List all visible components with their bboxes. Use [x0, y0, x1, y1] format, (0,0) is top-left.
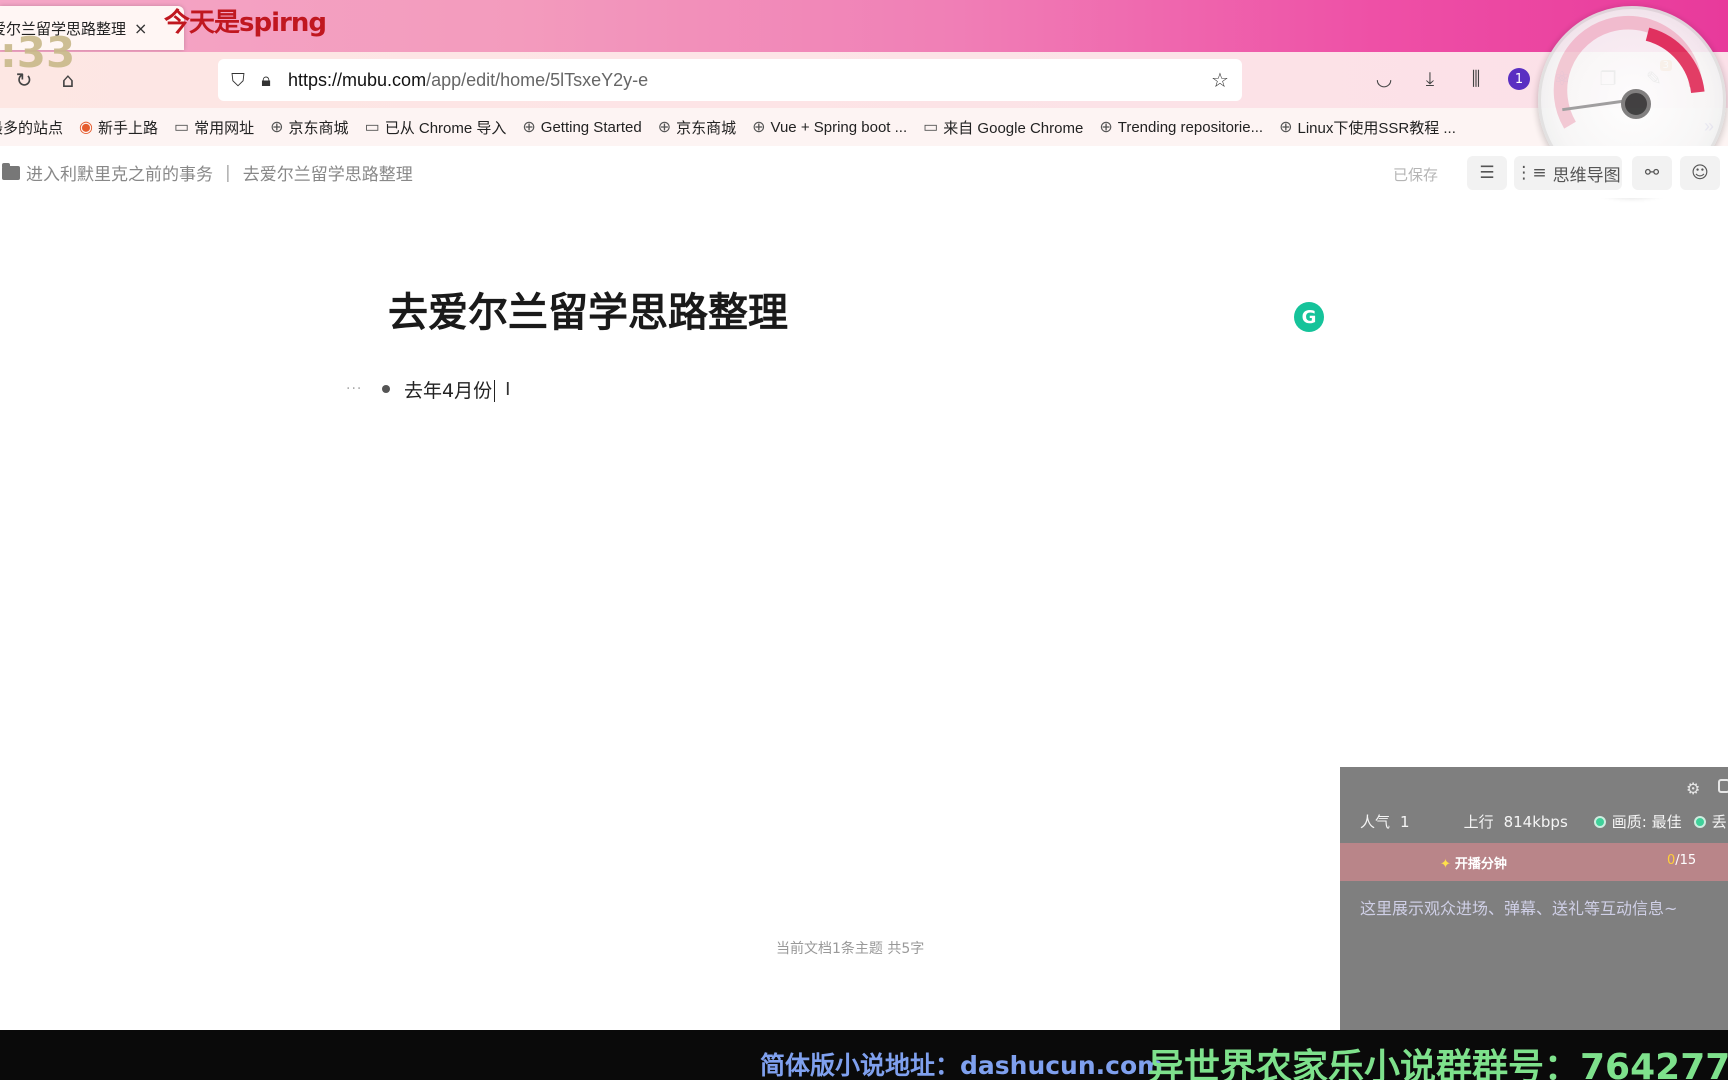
bookmarks-toolbar: 访问最多的站点 ◉ 新手上路 ▭ 常用网址 ⊕ 京东商城 ▭ 已从 Chrome…	[0, 108, 1728, 146]
breadcrumb-separator: |	[225, 162, 231, 183]
search-doc-button[interactable]: ☰	[1467, 156, 1507, 190]
interaction-placeholder: 这里展示观众进场、弹幕、送礼等互动信息~	[1360, 899, 1678, 918]
mindmap-label: 思维导图	[1552, 165, 1621, 186]
breadcrumb: 进入利默里克之前的事务 | 去爱尔兰留学思路整理	[2, 160, 413, 185]
globe-icon: ⊕	[657, 119, 672, 136]
stream-overlay-text: 今天是spirng	[164, 8, 327, 38]
folder-icon: ▭	[364, 119, 380, 136]
tab-close-icon[interactable]: ×	[134, 19, 147, 38]
bookmark-item[interactable]: ⊕ Linux下使用SSR教程 ...	[1279, 117, 1456, 138]
gauge-hub	[1621, 89, 1651, 119]
bookmark-item[interactable]: ◉ 新手上路	[79, 117, 158, 138]
breadcrumb-parent[interactable]: 进入利默里克之前的事务	[26, 160, 213, 185]
bookmark-item[interactable]: 访问最多的站点	[0, 117, 63, 138]
node-bullet[interactable]	[382, 385, 390, 393]
mindmap-button[interactable]: ⋮≡ 思维导图	[1514, 156, 1622, 190]
node-menu-handle[interactable]: ···	[346, 381, 368, 397]
quality-label: 画质: 最佳	[1611, 813, 1682, 831]
browser-titlebar: 去爱尔兰留学思路整理 - 幕布 × 今天是spirng	[0, 0, 1728, 52]
folder-icon: ▭	[923, 119, 939, 136]
globe-icon: ⊕	[270, 119, 284, 136]
download-icon[interactable]: ⤓	[1416, 64, 1444, 94]
count-total: /15	[1675, 853, 1697, 868]
bookmark-item[interactable]: ⊕ 京东商城	[270, 117, 348, 138]
ibeam-cursor-icon: I	[505, 378, 511, 400]
bookmark-star-icon[interactable]: ☆	[1206, 66, 1234, 94]
breadcrumb-current: 去爱尔兰留学思路整理	[242, 165, 413, 185]
bookmark-label: 常用网址	[194, 119, 255, 137]
url-text[interactable]: https://mubu.com/app/edit/home/5lTsxeY2y…	[288, 70, 1206, 91]
grammarly-icon[interactable]: G	[1294, 302, 1324, 332]
address-bar[interactable]: ⛉ 🔒︎ https://mubu.com/app/edit/home/5lTs…	[218, 59, 1242, 101]
firefox-icon: ◉	[79, 119, 93, 136]
start-label: 开播分钟	[1454, 857, 1507, 872]
globe-icon: ⊕	[1279, 119, 1293, 136]
shield-icon[interactable]: ⛉	[224, 66, 252, 94]
drop-label: 丢	[1711, 813, 1727, 831]
globe-icon: ⊕	[752, 119, 766, 136]
mindmap-icon: ⋮≡	[1515, 163, 1547, 183]
lock-icon[interactable]	[1718, 779, 1728, 793]
bookmark-item[interactable]: ⊕ Vue + Spring boot ...	[752, 117, 907, 137]
pocket-icon[interactable]: ◡	[1370, 64, 1398, 94]
url-host: https://mubu.com	[288, 69, 427, 90]
bookmark-label: Trending repositorie...	[1117, 118, 1264, 136]
document-title[interactable]: 去爱尔兰留学思路整理	[388, 280, 788, 338]
bookmark-label: 新手上路	[97, 119, 158, 137]
bookmark-item[interactable]: ▭ 常用网址	[174, 117, 254, 138]
bookmark-label: 访问最多的站点	[0, 119, 64, 137]
live-stream-panel: ⚙ 人气 1 上行 814kbps 画质: 最佳 丢 ✦ 开播分钟 0/15 这里…	[1340, 767, 1728, 1030]
bookmark-item[interactable]: ▭ 已从 Chrome 导入	[365, 117, 507, 138]
bookmark-item[interactable]: ⊕ Getting Started	[522, 117, 641, 137]
banner-right-text: 异世界农家乐小说群群号：764277	[1148, 1047, 1728, 1080]
stream-stats: 人气 1 上行 814kbps 画质: 最佳 丢	[1360, 811, 1728, 832]
globe-icon: ⊕	[1099, 119, 1113, 136]
bookmark-label: Getting Started	[540, 118, 642, 136]
popularity-label: 人气	[1360, 813, 1391, 831]
upload-value: 814kbps	[1503, 812, 1568, 831]
text-caret	[494, 380, 496, 402]
node-text-content: 去年4月份	[404, 379, 493, 402]
bookmark-label: 京东商城	[288, 119, 349, 137]
bookmark-label: 已从 Chrome 导入	[384, 119, 507, 137]
drop-status-icon	[1693, 815, 1706, 828]
bookmark-item[interactable]: ⊕ Trending repositorie...	[1099, 117, 1263, 137]
bookmark-item[interactable]: ▭ 来自 Google Chrome	[923, 117, 1083, 138]
minute-count: 0/15	[1667, 853, 1696, 868]
bookmark-label: 京东商城	[676, 119, 737, 137]
node-text[interactable]: 去年4月份	[404, 376, 496, 403]
bookmark-label: Linux下使用SSR教程 ...	[1297, 119, 1456, 137]
url-path: /app/edit/home/5lTsxeY2y-e	[426, 69, 649, 90]
start-minutes: ✦ 开播分钟	[1440, 853, 1507, 872]
share-button[interactable]: ⚯	[1632, 156, 1672, 190]
sparkle-icon: ✦	[1440, 857, 1451, 872]
stream-overlay-clock: :33	[0, 28, 76, 77]
bookmark-item[interactable]: ⊕ 京东商城	[658, 117, 736, 138]
folder-icon	[2, 162, 20, 180]
collaborate-button[interactable]: ☺	[1680, 156, 1720, 190]
bookmark-label: 来自 Google Chrome	[943, 119, 1084, 137]
quality-status-icon	[1593, 815, 1606, 828]
outline-node[interactable]: ··· 去年4月份 I	[346, 374, 510, 404]
extension-badge-icon[interactable]: 1	[1508, 68, 1530, 90]
lock-icon[interactable]: 🔒︎	[252, 66, 280, 94]
folder-icon: ▭	[174, 119, 190, 136]
mubu-header: 进入利默里克之前的事务 | 去爱尔兰留学思路整理 已保存 ☰ ⋮≡ 思维导图 ⚯…	[0, 146, 1728, 198]
library-icon[interactable]: ⫼	[1462, 64, 1490, 94]
save-status: 已保存	[1393, 166, 1439, 184]
gear-icon[interactable]: ⚙	[1686, 779, 1700, 798]
popularity-value: 1	[1400, 812, 1410, 831]
document-stats: 当前文档1条主题 共5字	[776, 941, 925, 957]
upload-label: 上行	[1463, 813, 1494, 831]
banner-left-text: 简体版小说地址：dashucun.com	[760, 1051, 1164, 1080]
stream-timer-bar: ✦ 开播分钟 0/15	[1340, 843, 1728, 881]
browser-navbar: ↻ ⌂ ⛉ 🔒︎ https://mubu.com/app/edit/home/…	[0, 52, 1728, 108]
bookmark-label: Vue + Spring boot ...	[770, 118, 908, 136]
globe-icon: ⊕	[522, 119, 536, 136]
bottom-banner: 简体版小说地址：dashucun.com 异世界农家乐小说群群号：764277	[0, 1030, 1728, 1080]
